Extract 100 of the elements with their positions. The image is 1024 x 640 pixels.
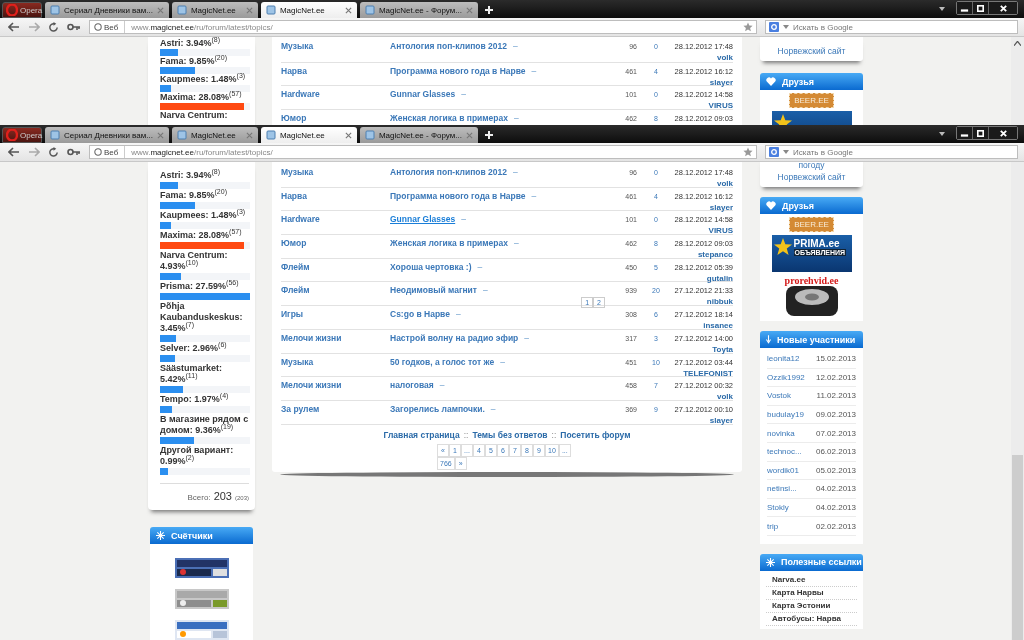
forum-link[interactable]: Hardware: [281, 214, 390, 235]
author-link[interactable]: TELEFONIST: [683, 367, 733, 379]
last-post-link[interactable]: –: [439, 380, 445, 392]
last-post-link[interactable]: –: [483, 285, 488, 297]
useful-link[interactable]: Автобусы: Нарва: [766, 612, 857, 626]
member-link[interactable]: Stokly: [767, 503, 789, 513]
forum-link[interactable]: Игры: [281, 309, 390, 329]
browser-tab[interactable]: MagicNet.ee: [171, 2, 258, 18]
back-icon[interactable]: [8, 22, 20, 32]
forum-link[interactable]: Нарва: [281, 190, 390, 211]
topic-link[interactable]: Настрой волну на радио эфир: [390, 332, 519, 344]
member-link[interactable]: Vostok: [767, 391, 791, 401]
site-link[interactable]: Норвежский сайт: [777, 171, 846, 183]
topic-link[interactable]: Антология поп-клипов 2012: [390, 167, 507, 178]
tire-icon[interactable]: [783, 286, 840, 316]
last-post-link[interactable]: –: [513, 113, 519, 125]
topic-link[interactable]: налоговая: [390, 380, 434, 392]
forum-link[interactable]: Флейм: [281, 285, 390, 306]
browser-tab[interactable]: Сериал Дневники вам...: [45, 127, 169, 143]
last-post-link[interactable]: –: [500, 356, 505, 368]
search-box[interactable]: Искать в Google: [765, 20, 1018, 34]
forum-link[interactable]: Юмор: [281, 113, 390, 125]
member-link[interactable]: novinka: [767, 428, 795, 438]
last-post-link[interactable]: –: [461, 214, 466, 226]
author-link[interactable]: VIRUS: [708, 225, 733, 237]
minimize-button[interactable]: [957, 127, 973, 139]
caret-icon[interactable]: [783, 150, 789, 154]
member-link[interactable]: technoc...: [767, 447, 802, 457]
site-link[interactable]: погоду: [798, 162, 825, 171]
site-link[interactable]: Норвежский сайт: [777, 45, 846, 57]
last-post-link[interactable]: –: [490, 403, 496, 415]
browser-tab[interactable]: MagicNet.ee: [260, 127, 357, 143]
close-button[interactable]: [989, 2, 1017, 14]
banner-title[interactable]: prorehvid.ee: [784, 275, 839, 286]
forum-link[interactable]: Флейм: [281, 261, 390, 282]
topic-link[interactable]: Загорелись лампочки.: [390, 403, 485, 415]
author-link[interactable]: slayer: [709, 201, 733, 213]
member-link[interactable]: Ozzik1992: [767, 372, 805, 382]
member-link[interactable]: netinsi...: [767, 484, 797, 494]
topic-link[interactable]: Gunnar Glasses: [390, 89, 456, 101]
last-post-link[interactable]: –: [513, 238, 519, 250]
key-icon[interactable]: [67, 148, 81, 156]
star-icon[interactable]: [743, 22, 753, 32]
search-box[interactable]: Искать в Google: [765, 145, 1018, 159]
footer-link[interactable]: Главная страница: [383, 429, 460, 440]
author-link[interactable]: nibbuk: [706, 296, 733, 308]
topic-link[interactable]: Антология поп-клипов 2012: [390, 41, 507, 52]
useful-link[interactable]: Narva.ee: [766, 573, 857, 587]
footer-link[interactable]: Темы без ответов: [472, 429, 548, 440]
browser-tab[interactable]: MagicNet.ee: [260, 2, 357, 18]
scrollbar[interactable]: [1011, 37, 1024, 125]
scroll-up-icon[interactable]: [1014, 41, 1021, 46]
close-icon[interactable]: [344, 6, 352, 14]
topic-link[interactable]: Хороша чертовка :): [390, 261, 472, 273]
topic-link[interactable]: 50 годков, а голос тот же: [390, 356, 495, 368]
last-post-link[interactable]: –: [455, 309, 461, 321]
author-link[interactable]: slayer: [709, 76, 733, 88]
forum-link[interactable]: Мелочи жизни: [281, 380, 390, 400]
scrollbar[interactable]: [1011, 162, 1024, 640]
browser-tab[interactable]: MagicNet.ee - Форум...: [359, 127, 478, 143]
forum-link[interactable]: Нарва: [281, 65, 390, 86]
reload-icon[interactable]: [48, 146, 59, 158]
forum-link[interactable]: Музыка: [281, 167, 390, 187]
last-post-link[interactable]: –: [512, 41, 518, 52]
topic-link[interactable]: Женская логика в примерах: [390, 113, 508, 125]
last-post-link[interactable]: –: [512, 167, 518, 178]
author-link[interactable]: volk: [717, 52, 733, 63]
restore-button[interactable]: [973, 2, 989, 14]
last-post-link[interactable]: –: [531, 65, 537, 77]
author-link[interactable]: VIRUS: [708, 100, 733, 112]
member-link[interactable]: trip: [767, 521, 779, 531]
topic-link[interactable]: Женская логика в примерах: [390, 238, 508, 250]
author-link[interactable]: gutalin: [706, 272, 733, 284]
author-link[interactable]: insanee: [703, 320, 733, 332]
member-link[interactable]: wordik01: [767, 465, 799, 475]
forum-link[interactable]: Юмор: [281, 238, 390, 258]
back-icon[interactable]: [8, 147, 20, 157]
dropdown-icon[interactable]: [939, 132, 945, 136]
close-button[interactable]: [989, 127, 1017, 139]
footer-link[interactable]: Посетить форум: [560, 429, 631, 440]
last-post-link[interactable]: –: [461, 89, 466, 101]
member-link[interactable]: leonita12: [767, 354, 800, 364]
author-link[interactable]: volk: [717, 391, 733, 403]
topic-link[interactable]: Gunnar Glasses: [390, 214, 456, 226]
author-link[interactable]: Toyta: [712, 343, 733, 355]
topic-link[interactable]: Программа нового года в Нарве: [390, 65, 526, 77]
close-icon[interactable]: [344, 131, 352, 139]
star-icon[interactable]: [743, 147, 753, 157]
topic-link[interactable]: Неодимовый магнит: [390, 285, 477, 297]
last-post-link[interactable]: –: [477, 261, 483, 273]
last-post-link[interactable]: –: [524, 332, 530, 344]
address-field[interactable]: Веб www.magicnet.ee/ru/forum/latest/topics/: [89, 145, 757, 159]
browser-tab[interactable]: Сериал Дневники вам...: [45, 2, 169, 18]
dropdown-icon[interactable]: [939, 7, 945, 11]
reload-icon[interactable]: [48, 21, 59, 33]
useful-link[interactable]: Карта Эстонии: [766, 599, 857, 613]
forum-link[interactable]: Музыка: [281, 356, 390, 377]
key-icon[interactable]: [67, 23, 81, 31]
caret-icon[interactable]: [783, 25, 789, 29]
last-post-link[interactable]: –: [531, 190, 537, 202]
